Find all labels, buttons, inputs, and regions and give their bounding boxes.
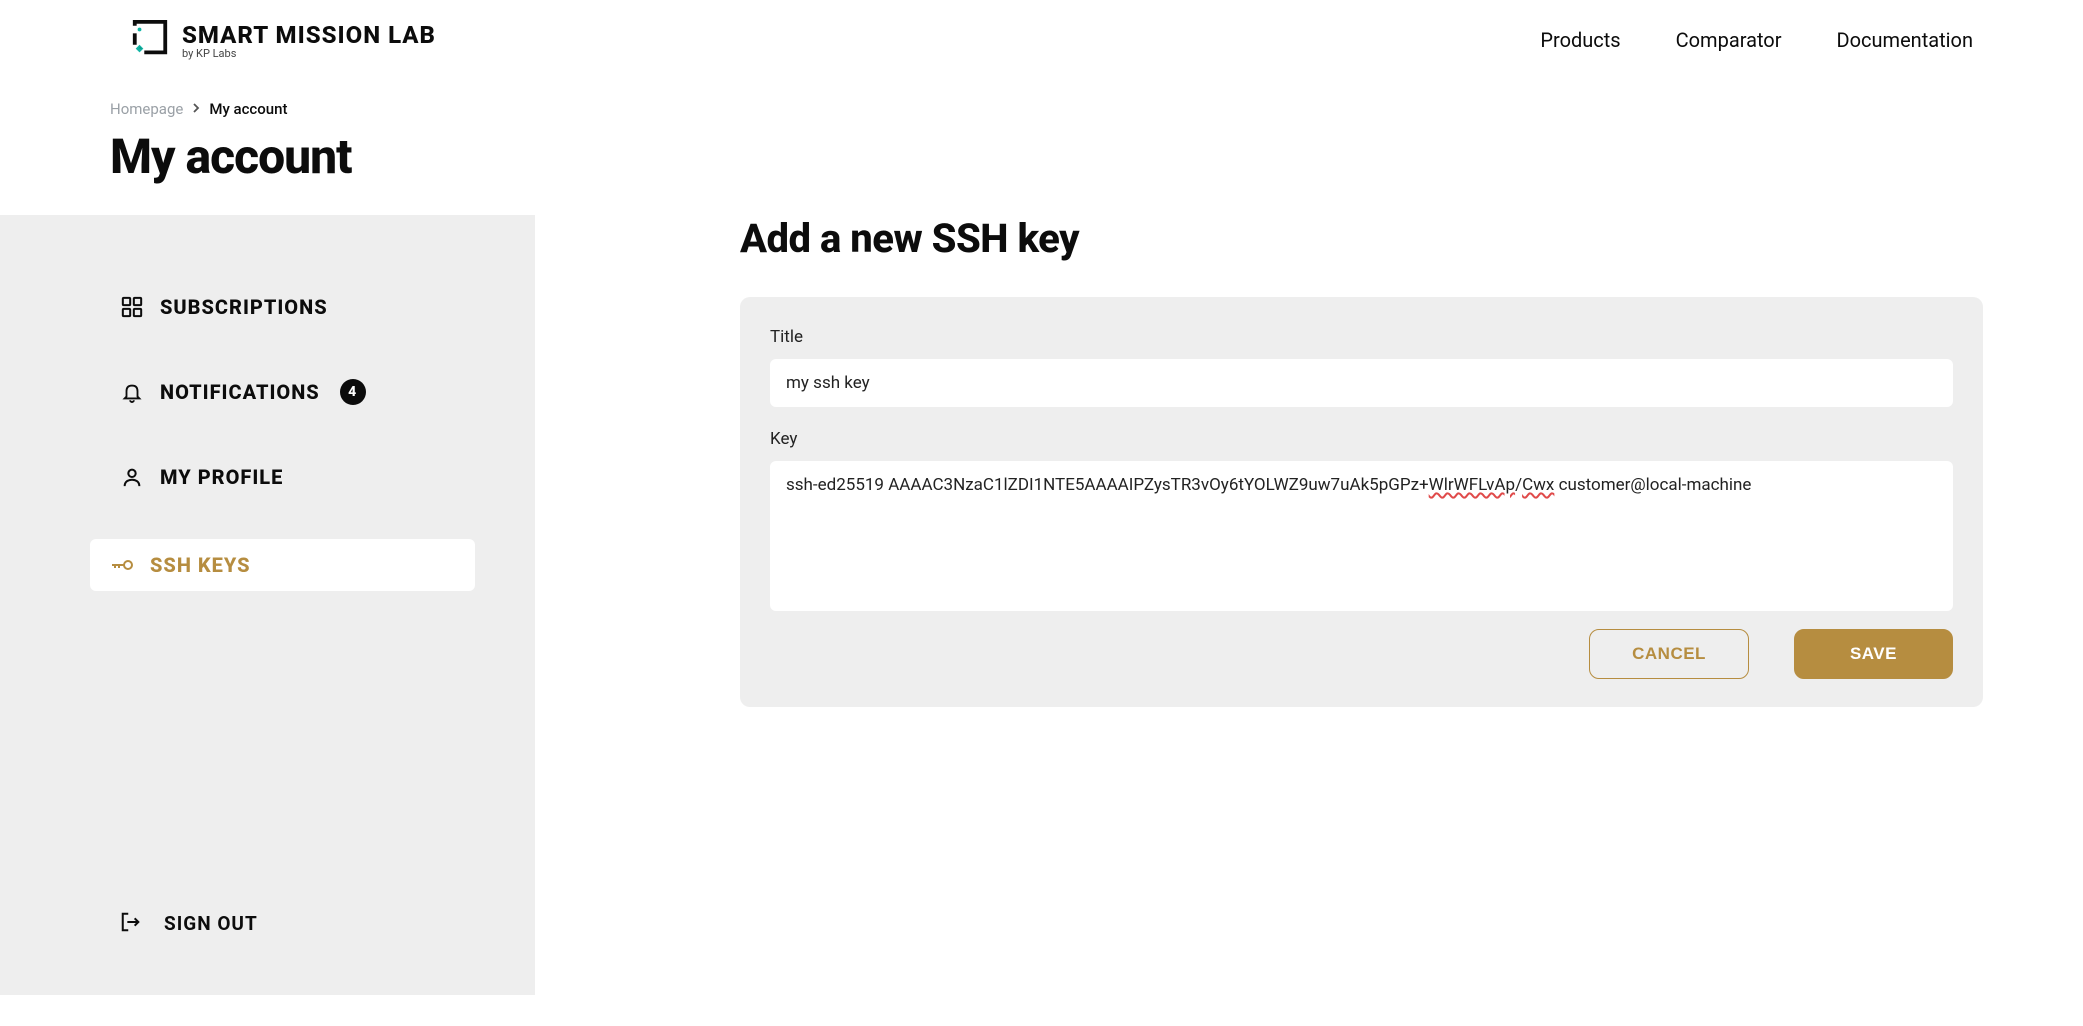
form-actions: CANCEL SAVE: [770, 629, 1953, 679]
main: SUBSCRIPTIONS NOTIFICATIONS 4 MY PROFILE: [0, 215, 2083, 995]
sign-out-button[interactable]: SIGN OUT: [120, 911, 445, 935]
sidebar-item-notifications[interactable]: NOTIFICATIONS 4: [120, 369, 445, 415]
nav-documentation[interactable]: Documentation: [1837, 28, 1974, 52]
sidebar-item-my-profile[interactable]: MY PROFILE: [120, 455, 445, 499]
notifications-badge: 4: [340, 379, 366, 405]
header: SMART MISSION LAB by KP Labs Products Co…: [0, 0, 2083, 60]
nav-comparator[interactable]: Comparator: [1676, 28, 1782, 52]
brand-title: SMART MISSION LAB: [182, 21, 436, 49]
brand-subtitle: by KP Labs: [182, 47, 436, 60]
logo-text: SMART MISSION LAB by KP Labs: [182, 21, 436, 60]
key-label: Key: [770, 429, 1953, 449]
sign-out-icon: [120, 911, 144, 935]
ssh-key-form: Title Key ssh-ed25519 AAAAC3NzaC1lZDI1NT…: [740, 297, 1983, 707]
sidebar-item-label: NOTIFICATIONS: [160, 380, 320, 404]
save-button[interactable]: SAVE: [1794, 629, 1953, 679]
nav-products[interactable]: Products: [1540, 28, 1620, 52]
sidebar: SUBSCRIPTIONS NOTIFICATIONS 4 MY PROFILE: [0, 215, 535, 995]
sidebar-item-ssh-keys[interactable]: SSH KEYS: [90, 539, 475, 591]
top-nav: Products Comparator Documentation: [1540, 28, 1973, 52]
cancel-button[interactable]: CANCEL: [1589, 629, 1749, 679]
title-input[interactable]: [770, 359, 1953, 407]
breadcrumb-current: My account: [209, 100, 287, 118]
sidebar-list: SUBSCRIPTIONS NOTIFICATIONS 4 MY PROFILE: [120, 285, 445, 591]
content: Add a new SSH key Title Key ssh-ed25519 …: [535, 215, 2083, 995]
grid-icon: [120, 295, 144, 319]
title-label: Title: [770, 327, 1953, 347]
logo-icon: [130, 20, 170, 60]
key-input[interactable]: ssh-ed25519 AAAAC3NzaC1lZDI1NTE5AAAAIPZy…: [770, 461, 1953, 611]
bell-icon: [120, 380, 144, 404]
sidebar-item-label: SSH KEYS: [150, 553, 251, 577]
user-icon: [120, 465, 144, 489]
sign-out-label: SIGN OUT: [164, 912, 258, 935]
sidebar-item-subscriptions[interactable]: SUBSCRIPTIONS: [120, 285, 445, 329]
logo[interactable]: SMART MISSION LAB by KP Labs: [130, 20, 436, 60]
chevron-right-icon: [191, 101, 201, 117]
sidebar-item-label: MY PROFILE: [160, 465, 283, 489]
key-icon: [110, 553, 134, 577]
breadcrumb-home[interactable]: Homepage: [110, 100, 183, 118]
page-title: My account: [110, 128, 2083, 185]
content-heading: Add a new SSH key: [740, 215, 1983, 262]
breadcrumb: Homepage My account: [110, 100, 2083, 118]
sidebar-item-label: SUBSCRIPTIONS: [160, 295, 328, 319]
page-header: Homepage My account My account: [0, 60, 2083, 185]
